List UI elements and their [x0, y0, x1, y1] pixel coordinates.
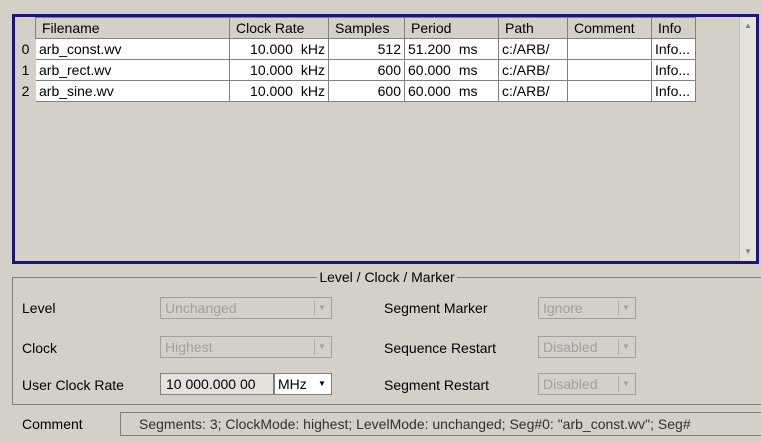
comment-label: Comment: [22, 416, 83, 432]
segment-marker-select[interactable]: Ignore ▼: [538, 297, 636, 319]
clock-rate-unit: kHz: [300, 41, 325, 57]
filename-cell[interactable]: arb_rect.wv: [35, 59, 230, 81]
header-corner: [15, 17, 36, 39]
filename-cell[interactable]: arb_const.wv: [35, 38, 230, 60]
column-header-period[interactable]: Period: [404, 17, 499, 39]
chevron-down-icon[interactable]: ▼: [315, 376, 329, 392]
segment-restart-select[interactable]: Disabled ▼: [538, 373, 636, 395]
row-number: 1: [15, 59, 36, 81]
period-unit: ms: [458, 62, 478, 78]
clock-rate-cell[interactable]: 10.000 kHz: [229, 38, 329, 60]
clock-select[interactable]: Highest ▼: [160, 336, 332, 358]
path-cell[interactable]: c:/ARB/: [498, 80, 568, 102]
segment-table-panel: Filename Clock Rate Samples Period Path …: [12, 14, 759, 264]
clock-label: Clock: [22, 340, 58, 356]
chevron-down-icon[interactable]: ▼: [314, 339, 329, 355]
info-button[interactable]: Info...: [651, 80, 696, 102]
level-select[interactable]: Unchanged ▼: [160, 297, 332, 319]
column-header-filename[interactable]: Filename: [35, 17, 230, 39]
column-header-path[interactable]: Path: [498, 17, 568, 39]
scroll-up-icon[interactable]: ▲: [741, 19, 755, 33]
user-clock-rate-input[interactable]: 10 000.000 00: [160, 373, 274, 395]
samples-cell[interactable]: 600: [328, 59, 405, 81]
column-header-info[interactable]: Info: [651, 17, 696, 39]
table-row[interactable]: 2 arb_sine.wv 10.000 kHz 600 60.000 ms c:/…: [15, 80, 696, 102]
clock-rate-value: 10.000: [250, 62, 293, 78]
clock-rate-unit-select[interactable]: MHz ▼: [274, 373, 332, 395]
chevron-down-icon[interactable]: ▼: [314, 300, 329, 316]
period-cell[interactable]: 51.200 ms: [404, 38, 499, 60]
clock-rate-cell[interactable]: 10.000 kHz: [229, 59, 329, 81]
info-button[interactable]: Info...: [651, 59, 696, 81]
period-value: 60.000: [408, 62, 451, 78]
column-header-samples[interactable]: Samples: [328, 17, 405, 39]
column-header-clock-rate[interactable]: Clock Rate: [229, 17, 329, 39]
period-cell[interactable]: 60.000 ms: [404, 80, 499, 102]
table-row[interactable]: 1 arb_rect.wv 10.000 kHz 600 60.000 ms c:/…: [15, 59, 696, 81]
user-clock-rate-label: User Clock Rate: [22, 377, 124, 393]
comment-field[interactable]: Segments: 3; ClockMode: highest; LevelMo…: [120, 412, 761, 436]
level-label: Level: [22, 300, 56, 316]
info-button[interactable]: Info...: [651, 38, 696, 60]
period-cell[interactable]: 60.000 ms: [404, 59, 499, 81]
period-value: 51.200: [408, 41, 451, 57]
samples-cell[interactable]: 600: [328, 80, 405, 102]
segment-marker-label: Segment Marker: [384, 300, 488, 316]
panel-title: Level / Clock / Marker: [317, 269, 457, 285]
comment-cell[interactable]: [567, 80, 652, 102]
column-header-comment[interactable]: Comment: [567, 17, 652, 39]
sequence-restart-label: Sequence Restart: [384, 340, 497, 356]
period-value: 60.000: [408, 83, 451, 99]
period-unit: ms: [458, 83, 478, 99]
clock-rate-cell[interactable]: 10.000 kHz: [229, 80, 329, 102]
clock-rate-unit: kHz: [300, 83, 325, 99]
filename-cell[interactable]: arb_sine.wv: [35, 80, 230, 102]
path-cell[interactable]: c:/ARB/: [498, 59, 568, 81]
clock-rate-unit: kHz: [300, 62, 325, 78]
row-number: 2: [15, 80, 36, 102]
segment-restart-label: Segment Restart: [384, 377, 490, 393]
table-row[interactable]: 0 arb_const.wv 10.000 kHz 512 51.200 ms c:…: [15, 38, 696, 60]
vertical-scrollbar[interactable]: ▲ ▼: [739, 17, 756, 261]
scroll-down-icon[interactable]: ▼: [741, 245, 755, 259]
period-unit: ms: [458, 41, 478, 57]
samples-cell[interactable]: 512: [328, 38, 405, 60]
clock-rate-value: 10.000: [250, 83, 293, 99]
path-cell[interactable]: c:/ARB/: [498, 38, 568, 60]
segment-table: Filename Clock Rate Samples Period Path …: [15, 17, 696, 102]
chevron-down-icon[interactable]: ▼: [618, 339, 633, 355]
comment-cell[interactable]: [567, 38, 652, 60]
comment-cell[interactable]: [567, 59, 652, 81]
clock-rate-value: 10.000: [250, 41, 293, 57]
chevron-down-icon[interactable]: ▼: [618, 376, 633, 392]
table-header-row: Filename Clock Rate Samples Period Path …: [15, 17, 696, 39]
row-number: 0: [15, 38, 36, 60]
sequence-restart-select[interactable]: Disabled ▼: [538, 336, 636, 358]
chevron-down-icon[interactable]: ▼: [618, 300, 633, 316]
